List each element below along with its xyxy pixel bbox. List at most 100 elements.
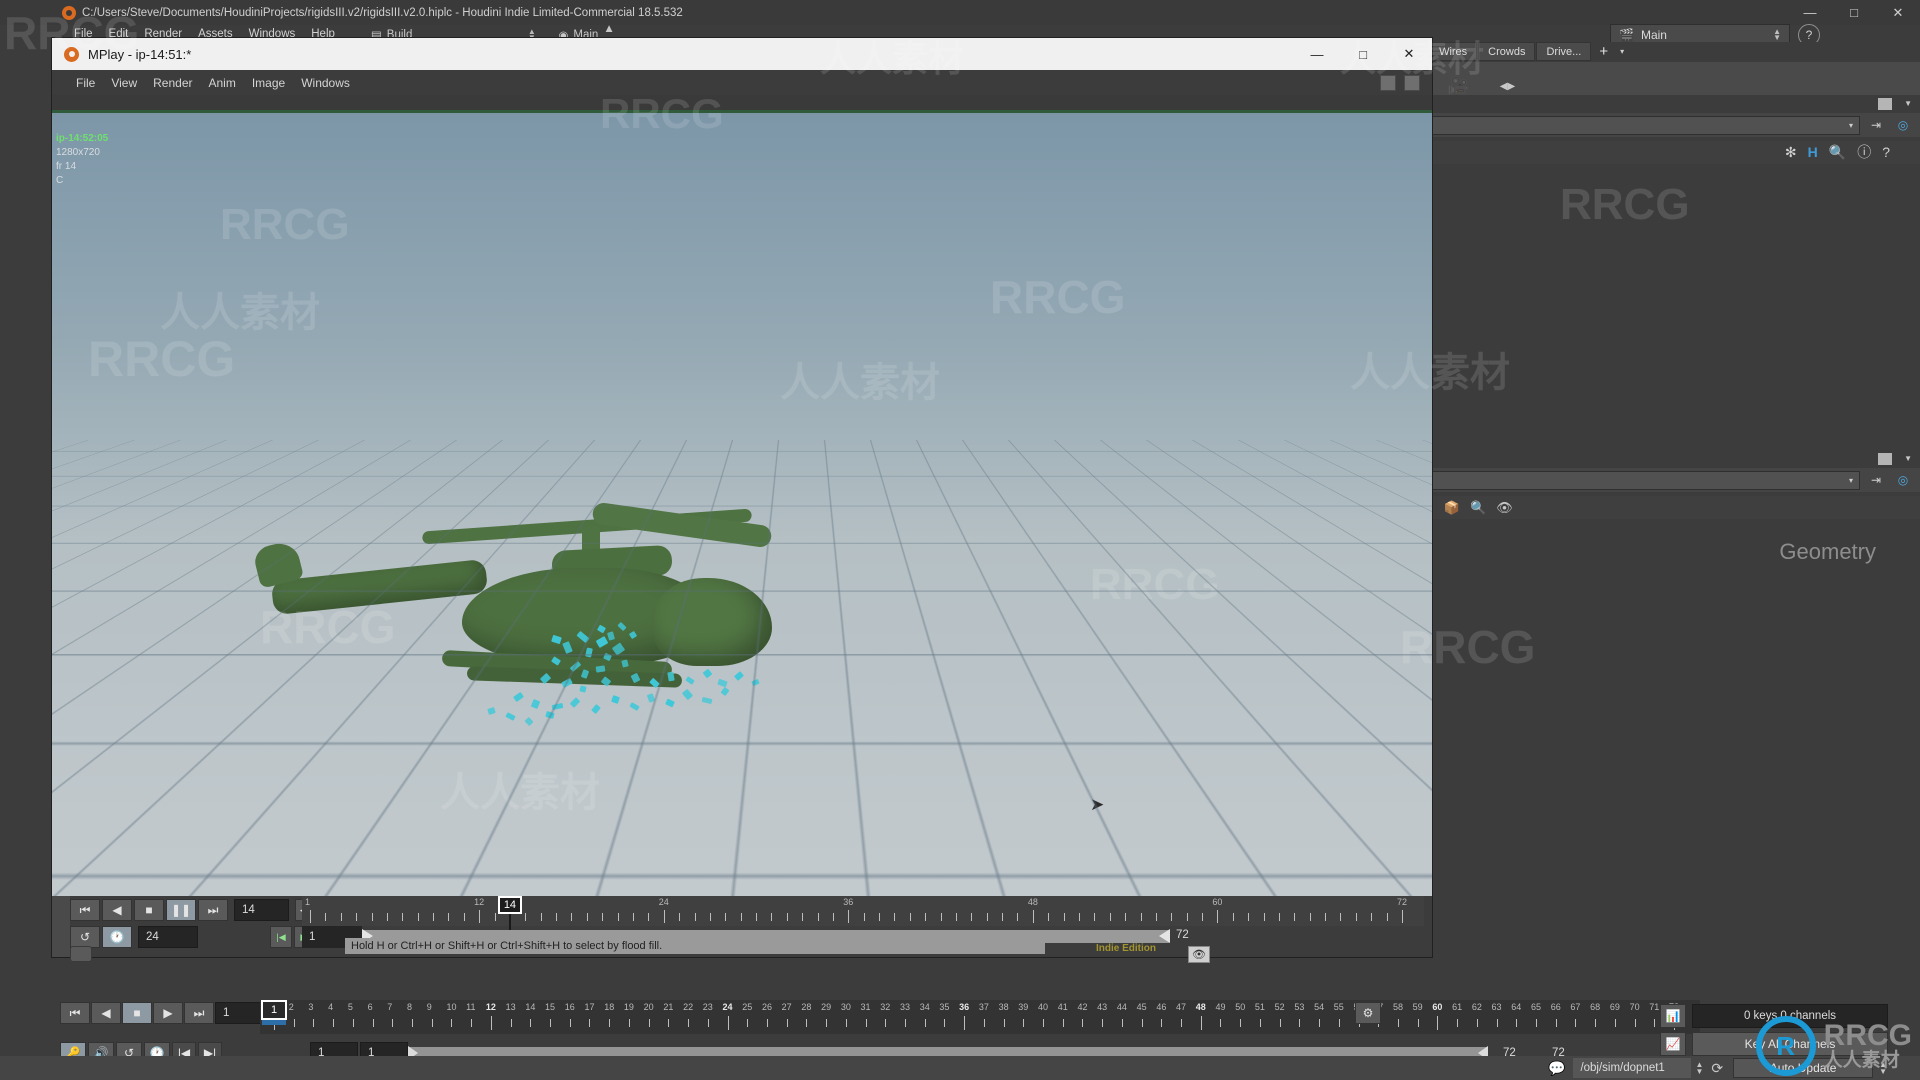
node-path-field[interactable]: /obj/sim/dopnet1 xyxy=(1573,1058,1691,1078)
desktop-dropdown-spinner-icon[interactable]: ▲▼ xyxy=(1773,29,1781,41)
timeline-tick xyxy=(771,913,772,921)
play-button[interactable]: ▶ xyxy=(153,1002,183,1024)
mplay-viewport[interactable]: ip-14:52:05 1280x720 fr 14 C ➤ xyxy=(52,110,1432,896)
search-icon[interactable]: 🔍 xyxy=(1829,144,1846,161)
timeline-tick xyxy=(356,913,357,921)
current-frame-field[interactable]: 1 xyxy=(215,1002,265,1024)
eye-icon[interactable]: 👁 xyxy=(1496,500,1513,516)
timeline-tick-label: 31 xyxy=(861,1002,871,1012)
mplay-menu-file[interactable]: File xyxy=(68,76,103,90)
timeline-tick xyxy=(1079,913,1080,921)
timeline-tick-label: 63 xyxy=(1492,1002,1502,1012)
minimize-icon[interactable]: — xyxy=(1294,38,1340,70)
info-icon[interactable]: ⓘ xyxy=(1857,142,1871,162)
timeline-tick xyxy=(1437,1016,1438,1030)
pin-icon[interactable]: ⇥ xyxy=(1865,114,1887,136)
box-icon[interactable]: 📦 xyxy=(1444,500,1460,516)
mplay-flipbook-icon[interactable] xyxy=(70,946,92,962)
pin-icon[interactable]: ⇥ xyxy=(1865,469,1887,491)
playbar-settings-icon[interactable]: ⚙ xyxy=(1355,1002,1381,1024)
timeline-tick-label: 72 xyxy=(1397,897,1407,907)
mplay-indie-watermark: Indie Edition xyxy=(1096,943,1156,954)
maximize-icon[interactable]: □ xyxy=(1340,38,1386,70)
layout-split-icon[interactable] xyxy=(1380,75,1396,91)
mplay-pause-button[interactable]: ❚❚ xyxy=(166,899,196,921)
timeline-tick xyxy=(1110,913,1111,921)
layout-panel-icon[interactable] xyxy=(1404,75,1420,91)
animation-editor-icon[interactable]: 📈 xyxy=(1660,1032,1686,1056)
channel-list-icon[interactable]: 📊 xyxy=(1660,1004,1686,1028)
timeline-tick xyxy=(402,913,403,921)
panel-menu-chevron-down-icon[interactable]: ▼ xyxy=(1896,99,1920,108)
help-icon[interactable]: ? xyxy=(1882,144,1890,160)
mplay-playhead[interactable] xyxy=(509,914,511,930)
mplay-menu-view[interactable]: View xyxy=(103,76,145,90)
mplay-snapshot-icon[interactable]: 👁 xyxy=(1188,946,1210,963)
debris-fragment xyxy=(667,672,674,682)
mplay-menu-image[interactable]: Image xyxy=(244,76,293,90)
timeline-tick xyxy=(629,1019,630,1027)
timeline-tick xyxy=(1319,1019,1320,1027)
houdini-playhead-frame-label[interactable]: 1 xyxy=(261,1000,287,1020)
stop-button[interactable]: ■ xyxy=(122,1002,152,1024)
close-icon[interactable]: ✕ xyxy=(1386,38,1432,70)
shelf-tab-drive[interactable]: Drive... xyxy=(1536,42,1591,61)
timeline-tick xyxy=(294,1019,295,1027)
panel-maximize-icon[interactable] xyxy=(1878,453,1892,465)
jump-start-button[interactable]: ⏮ xyxy=(60,1002,90,1024)
timeline-tick xyxy=(879,913,880,921)
clock-icon[interactable]: 🕐 xyxy=(102,926,132,948)
timeline-tick-label: 17 xyxy=(584,1002,594,1012)
node-path-spinner-icon[interactable]: ▲▼ xyxy=(1695,1061,1703,1075)
chevron-down-icon[interactable]: ▾ xyxy=(1849,121,1853,130)
shelf-menu-chevron-down-icon[interactable]: ▾ xyxy=(1615,42,1629,61)
parameter-toolbar-icons: ✻ H 🔍 ⓘ ? xyxy=(1785,142,1890,162)
maximize-icon[interactable]: □ xyxy=(1832,0,1876,25)
minimize-icon[interactable]: — xyxy=(1788,0,1832,25)
debris-fragment xyxy=(545,711,554,719)
houdini-h-icon[interactable]: H xyxy=(1808,144,1818,160)
play-reverse-button[interactable]: ◀ xyxy=(91,1002,121,1024)
chevron-down-icon[interactable]: ▾ xyxy=(1849,476,1853,485)
houdini-timeline[interactable]: 1234567891011121314151617181920212223242… xyxy=(260,1000,1700,1034)
mplay-panel-handle[interactable] xyxy=(52,896,70,957)
mplay-fps-field[interactable]: 24 xyxy=(138,926,198,948)
refresh-icon[interactable]: ⟳ xyxy=(1711,1060,1723,1077)
jump-end-button[interactable]: ⏭ xyxy=(184,1002,214,1024)
mplay-timeline[interactable]: 112243648607214 xyxy=(302,896,1424,926)
panel-maximize-icon[interactable] xyxy=(1878,98,1892,110)
timeline-tick-label: 4 xyxy=(328,1002,333,1012)
range-first-button[interactable]: |◀ xyxy=(270,926,292,948)
panel-menu-chevron-down-icon[interactable]: ▼ xyxy=(1896,454,1920,463)
target-icon[interactable]: ◎ xyxy=(1892,469,1914,491)
timeline-tick xyxy=(1556,1019,1557,1027)
timeline-tick xyxy=(1187,913,1188,921)
add-shelf-tab-icon[interactable]: + xyxy=(1592,42,1615,61)
mplay-jump-start-button[interactable]: ⏮ xyxy=(70,899,100,921)
loop-icon[interactable]: ↺ xyxy=(70,926,100,948)
timeline-tick xyxy=(1371,913,1372,921)
timeline-tick xyxy=(1260,1019,1261,1027)
mplay-stop-button[interactable]: ■ xyxy=(134,899,164,921)
shelf-tab-wires[interactable]: Wires xyxy=(1429,42,1477,61)
close-icon[interactable]: ✕ xyxy=(1876,0,1920,25)
gear-icon[interactable]: ✻ xyxy=(1785,144,1797,161)
search-icon[interactable]: 🔍 xyxy=(1470,500,1486,516)
houdini-playhead-bar xyxy=(262,1020,286,1025)
mplay-current-frame-field[interactable]: 14 xyxy=(234,899,289,921)
shelf-tab-crowds[interactable]: Crowds xyxy=(1478,42,1535,61)
mplay-play-button[interactable]: ⏭ xyxy=(198,899,228,921)
mplay-range-handle-right[interactable] xyxy=(1159,929,1170,943)
timeline-tick-label: 21 xyxy=(663,1002,673,1012)
mplay-menu-windows[interactable]: Windows xyxy=(293,76,358,90)
mplay-menu-anim[interactable]: Anim xyxy=(201,76,244,90)
timeline-tick xyxy=(618,913,619,921)
timeline-tick xyxy=(373,1019,374,1027)
debris-fragment xyxy=(703,669,713,679)
timeline-tick xyxy=(987,913,988,921)
mplay-play-reverse-button[interactable]: ◀ xyxy=(102,899,132,921)
target-icon[interactable]: ◎ xyxy=(1892,114,1914,136)
timeline-tick xyxy=(1325,913,1326,921)
timeline-tick xyxy=(1094,913,1095,921)
mplay-menu-render[interactable]: Render xyxy=(145,76,200,90)
